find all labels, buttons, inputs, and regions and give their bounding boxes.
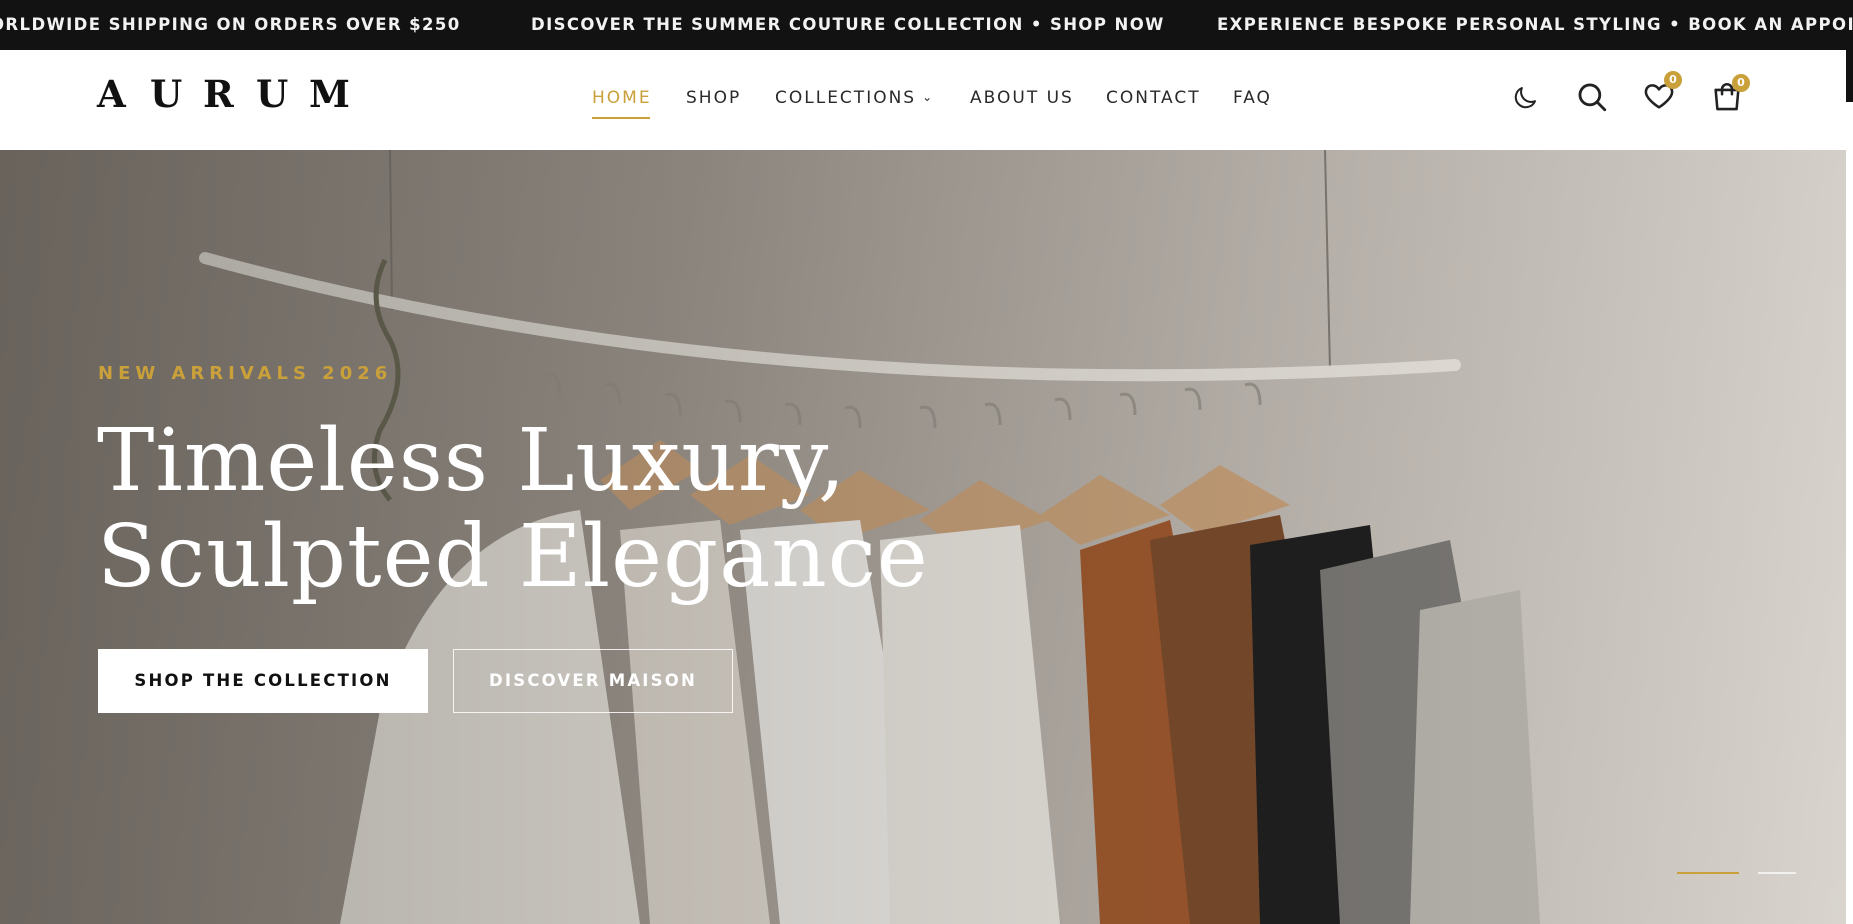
nav-item-contact[interactable]: CONTACT [1106,88,1201,108]
logo-letter: A [97,72,126,116]
moon-icon[interactable] [1510,83,1540,113]
site-header: AURUM HOME SHOP COLLECTIONS ⌄ ABOUT US CO… [0,50,1846,150]
announcement-message[interactable]: DISCOVER THE SUMMER COUTURE COLLECTION •… [531,0,1165,50]
announcement-message[interactable]: EXPERIENCE BESPOKE PERSONAL STYLING • BO… [1217,0,1853,50]
hero-headline-line: Timeless Luxury, [97,411,847,511]
slide-indicator-active[interactable] [1677,872,1739,874]
hero-headline-line: Sculpted Elegance [97,507,929,607]
nav-item-about-us[interactable]: ABOUT US [970,88,1074,108]
nav-item-shop[interactable]: SHOP [686,88,741,108]
wishlist-count-badge: 0 [1664,71,1682,89]
slide-indicator[interactable] [1758,872,1796,874]
nav-item-label: COLLECTIONS [775,88,917,108]
nav-item-faq[interactable]: FAQ [1233,88,1272,108]
announcement-message[interactable]: ORLDWIDE SHIPPING ON ORDERS OVER $250 [0,0,461,50]
cart-count-badge: 0 [1732,74,1750,92]
hero-banner: NEW ARRIVALS 2026 Timeless Luxury, Sculp… [0,150,1846,924]
shop-the-collection-button[interactable]: SHOP THE COLLECTION [98,649,428,713]
announcement-bar: ORLDWIDE SHIPPING ON ORDERS OVER $250 DI… [0,0,1853,50]
brand-logo[interactable]: AURUM [97,72,350,116]
scrollbar-thumb[interactable] [1846,50,1853,102]
nav-item-collections[interactable]: COLLECTIONS ⌄ [775,88,932,108]
hero-eyebrow: NEW ARRIVALS 2026 [98,363,393,384]
cart-button[interactable]: 0 [1710,74,1750,114]
nav-item-home[interactable]: HOME [592,88,652,119]
logo-letter: M [309,72,350,116]
discover-maison-button[interactable]: DISCOVER MAISON [453,649,733,713]
hero-headline: Timeless Luxury, Sculpted Elegance [97,413,929,605]
logo-letter: R [203,72,234,116]
logo-letter: U [150,72,183,116]
chevron-down-icon: ⌄ [922,90,933,104]
wishlist-button[interactable]: 0 [1642,71,1682,113]
search-icon[interactable] [1575,80,1609,114]
logo-letter: U [256,72,289,116]
